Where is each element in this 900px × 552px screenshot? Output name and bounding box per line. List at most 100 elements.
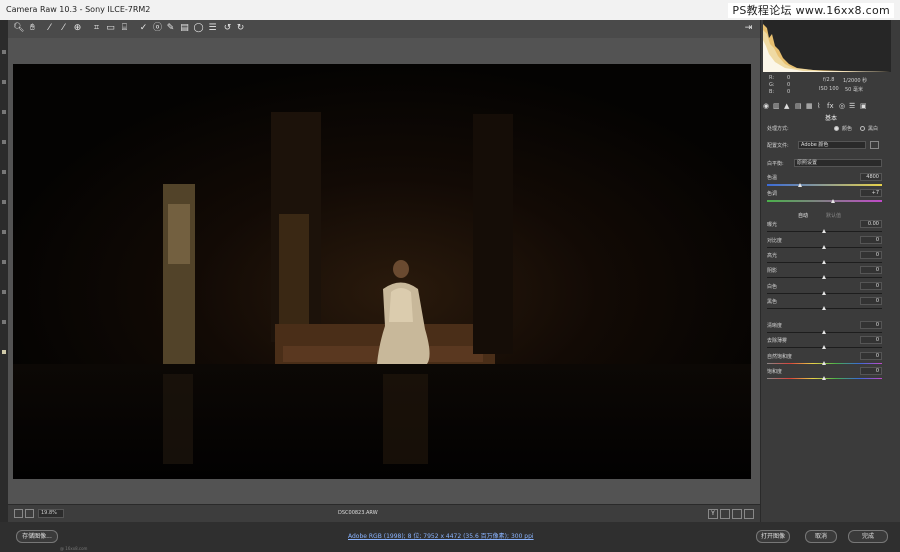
save-image-button[interactable]: 存储图像... <box>16 530 58 543</box>
toggle-view-icon[interactable] <box>25 509 34 518</box>
workflow-options-link[interactable]: Adobe RGB (1998); 8 位; 7952 x 4472 (35.6… <box>348 531 534 540</box>
copy-settings-button[interactable] <box>732 509 742 519</box>
highlights-label: 高光 <box>767 253 778 259</box>
tab-lens[interactable]: ⌇ <box>817 102 820 110</box>
zoom-tool[interactable]: 🔍︎ <box>13 23 24 34</box>
strip-icon[interactable] <box>2 260 6 264</box>
g-label: G: <box>769 82 775 88</box>
done-button[interactable]: 完成 <box>848 530 888 543</box>
hand-tool[interactable]: ✋︎ <box>27 23 38 34</box>
crop-tool[interactable]: ⌗ <box>91 23 102 34</box>
tab-effects[interactable]: fx <box>827 102 834 110</box>
blacks-slider-thumb[interactable] <box>822 306 826 310</box>
tint-label: 色调 <box>767 191 778 197</box>
strip-icon[interactable] <box>2 170 6 174</box>
shadows-slider-thumb[interactable] <box>822 275 826 279</box>
targeted-adjustment-tool[interactable]: ⊕ <box>72 23 83 34</box>
dehaze-value[interactable]: 0 <box>860 336 882 344</box>
color-sampler-tool[interactable]: ⁄ <box>58 23 69 34</box>
before-after-toggle[interactable]: Y <box>708 509 718 519</box>
auto-link[interactable]: 自动 <box>798 212 808 219</box>
tab-split-toning[interactable]: ▦ <box>806 102 813 110</box>
whites-value[interactable]: 0 <box>860 282 882 290</box>
highlights-value[interactable]: 0 <box>860 251 882 259</box>
toggle-settings-button[interactable] <box>744 509 754 519</box>
temperature-value[interactable]: 4800 <box>860 173 882 181</box>
treatment-bw-radio[interactable] <box>860 126 865 131</box>
white-balance-select[interactable]: 原照设置 <box>794 159 882 167</box>
strip-icon[interactable] <box>2 230 6 234</box>
contrast-slider-thumb[interactable] <box>822 245 826 249</box>
file-name: DSC00823.ARW <box>338 510 378 516</box>
red-eye-tool[interactable]: ⓞ <box>152 23 163 34</box>
cancel-button[interactable]: 取消 <box>805 530 837 543</box>
color-swatch[interactable] <box>2 350 6 354</box>
tab-presets[interactable]: ☰ <box>849 102 855 110</box>
graduated-filter-tool[interactable]: ▤ <box>179 23 190 34</box>
temperature-slider-thumb[interactable] <box>798 183 802 187</box>
preferences-tool[interactable]: ☰ <box>207 23 218 34</box>
saturation-slider-thumb[interactable] <box>822 376 826 380</box>
tint-slider-thumb[interactable] <box>831 199 835 203</box>
straighten-tool[interactable]: ▭ <box>105 23 116 34</box>
toggle-view-icon[interactable] <box>14 509 23 518</box>
clarity-slider-thumb[interactable] <box>822 330 826 334</box>
strip-icon[interactable] <box>2 140 6 144</box>
profile-select[interactable]: Adobe 颜色 <box>798 141 866 149</box>
tab-calibration[interactable]: ◎ <box>839 102 845 110</box>
rotate-left-tool[interactable]: ↺ <box>222 23 233 34</box>
photo-preview[interactable] <box>13 64 751 479</box>
strip-icon[interactable] <box>2 110 6 114</box>
strip-icon[interactable] <box>2 80 6 84</box>
rotate-right-tool[interactable]: ↻ <box>235 23 246 34</box>
radial-filter-tool[interactable]: ◯ <box>193 23 204 34</box>
strip-icon[interactable] <box>2 50 6 54</box>
swap-view-button[interactable] <box>720 509 730 519</box>
blacks-label: 黑色 <box>767 299 778 305</box>
tab-tone-curve[interactable]: ▥ <box>773 102 780 110</box>
vibrance-slider-thumb[interactable] <box>822 361 826 365</box>
open-image-button[interactable]: 打开图像 <box>756 530 790 543</box>
export-button[interactable]: ⇥ <box>743 23 754 34</box>
contrast-value[interactable]: 0 <box>860 236 882 244</box>
tint-value[interactable]: +7 <box>860 189 882 197</box>
histogram-graph <box>763 20 891 72</box>
exposure-value[interactable]: 0.00 <box>860 220 882 228</box>
b-label: B: <box>769 89 775 95</box>
color-sampler-icon: ⁄ <box>62 23 65 33</box>
photo-image <box>13 64 751 479</box>
tab-snapshots[interactable]: ▣ <box>860 102 867 110</box>
adjustment-brush-tool[interactable]: ✎ <box>165 23 176 34</box>
white-balance-label: 白平衡: <box>767 161 784 167</box>
strip-icon[interactable] <box>2 320 6 324</box>
vibrance-value[interactable]: 0 <box>860 352 882 360</box>
profile-label: 配置文件: <box>767 143 789 149</box>
highlights-slider-thumb[interactable] <box>822 260 826 264</box>
zoom-level-select[interactable]: 19.8% <box>38 509 64 518</box>
tab-basic[interactable]: ◉ <box>763 102 769 110</box>
clarity-value[interactable]: 0 <box>860 321 882 329</box>
transform-tool[interactable]: ⌸ <box>119 23 130 34</box>
temperature-track[interactable] <box>767 184 882 186</box>
default-link[interactable]: 默认值 <box>826 212 841 219</box>
spot-removal-tool[interactable]: ✓ <box>138 23 149 34</box>
red-eye-icon: ⓞ <box>152 23 162 33</box>
tint-track[interactable] <box>767 200 882 202</box>
strip-icon[interactable] <box>2 290 6 294</box>
dehaze-slider-thumb[interactable] <box>822 345 826 349</box>
saturation-value[interactable]: 0 <box>860 367 882 375</box>
r-label: R: <box>769 75 775 81</box>
strip-icon[interactable] <box>2 200 6 204</box>
whites-slider-thumb[interactable] <box>822 291 826 295</box>
canvas-status-bar: 19.8% DSC00823.ARW Y <box>8 504 760 523</box>
profile-browser-icon[interactable] <box>870 141 879 149</box>
window-title: Camera Raw 10.3 - Sony ILCE-7RM2 <box>6 5 151 14</box>
exposure-slider-thumb[interactable] <box>822 229 826 233</box>
treatment-color-radio[interactable] <box>834 126 839 131</box>
tab-hsl[interactable]: ▤ <box>795 102 802 110</box>
shadows-value[interactable]: 0 <box>860 266 882 274</box>
tab-detail[interactable]: ▲ <box>784 102 789 110</box>
white-balance-tool[interactable]: ⁄ <box>44 23 55 34</box>
blacks-value[interactable]: 0 <box>860 297 882 305</box>
contrast-label: 对比度 <box>767 238 783 244</box>
